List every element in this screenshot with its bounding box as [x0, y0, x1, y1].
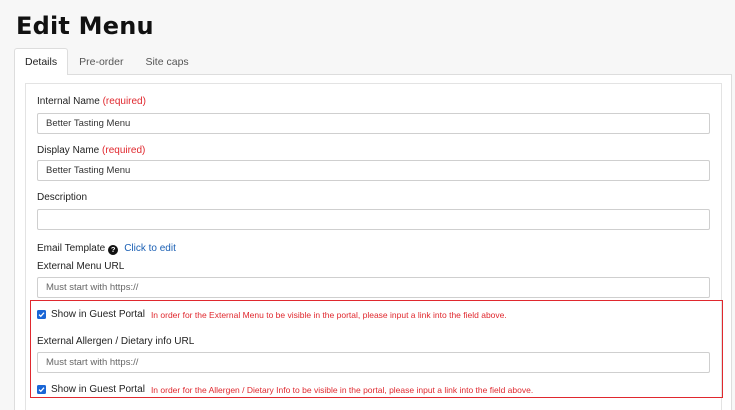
external-menu-url-input[interactable]: Must start with https:// — [37, 277, 710, 298]
required-marker: (required) — [102, 145, 146, 156]
show-in-guest-portal-label[interactable]: Show in Guest Portal — [51, 309, 145, 320]
page-title: Edit Menu — [16, 12, 154, 40]
display-name-label: Display Name (required) — [37, 145, 145, 156]
allergen-url-input[interactable]: Must start with https:// — [37, 352, 710, 373]
allergen-url-placeholder: Must start with https:// — [46, 357, 139, 368]
guest-portal-warning-text: In order for the External Menu to be vis… — [150, 309, 507, 320]
description-label: Description — [37, 192, 88, 203]
email-template-label: Email Template — [37, 243, 106, 254]
external-menu-url-placeholder: Must start with https:// — [46, 282, 139, 293]
tab-site-caps[interactable]: Site caps — [134, 48, 199, 74]
guest-portal-warning-text: In order for the Allergen / Dietary Info… — [150, 384, 534, 395]
question-circle-icon[interactable]: ? — [108, 245, 119, 255]
guest-portal-row-allergen: Show in Guest Portal In order for the Al… — [37, 384, 533, 395]
tab-bar: Details Pre-order Site caps — [14, 48, 200, 75]
display-name-input[interactable]: Better Tasting Menu — [37, 160, 710, 181]
internal-name-input[interactable]: Better Tasting Menu — [37, 113, 710, 134]
description-input[interactable] — [37, 209, 710, 230]
display-name-value: Better Tasting Menu — [46, 165, 131, 176]
guest-portal-row-menu: Show in Guest Portal In order for the Ex… — [37, 309, 507, 320]
internal-name-value: Better Tasting Menu — [46, 118, 131, 129]
required-marker: (required) — [102, 96, 146, 107]
internal-name-label-text: Internal Name — [37, 96, 100, 107]
show-in-guest-portal-checkbox[interactable] — [37, 310, 46, 319]
external-menu-url-label: External Menu URL — [37, 261, 125, 272]
allergen-url-label: External Allergen / Dietary info URL — [37, 336, 195, 347]
show-in-guest-portal-label[interactable]: Show in Guest Portal — [51, 384, 145, 395]
show-in-guest-portal-checkbox[interactable] — [37, 385, 46, 394]
tab-details[interactable]: Details — [14, 48, 69, 75]
email-template-row: Email Template? Click to edit — [37, 243, 176, 255]
internal-name-label: Internal Name (required) — [37, 96, 146, 107]
display-name-label-text: Display Name — [37, 145, 100, 156]
click-to-edit-link[interactable]: Click to edit — [124, 243, 176, 254]
tab-pre-order[interactable]: Pre-order — [68, 48, 134, 74]
